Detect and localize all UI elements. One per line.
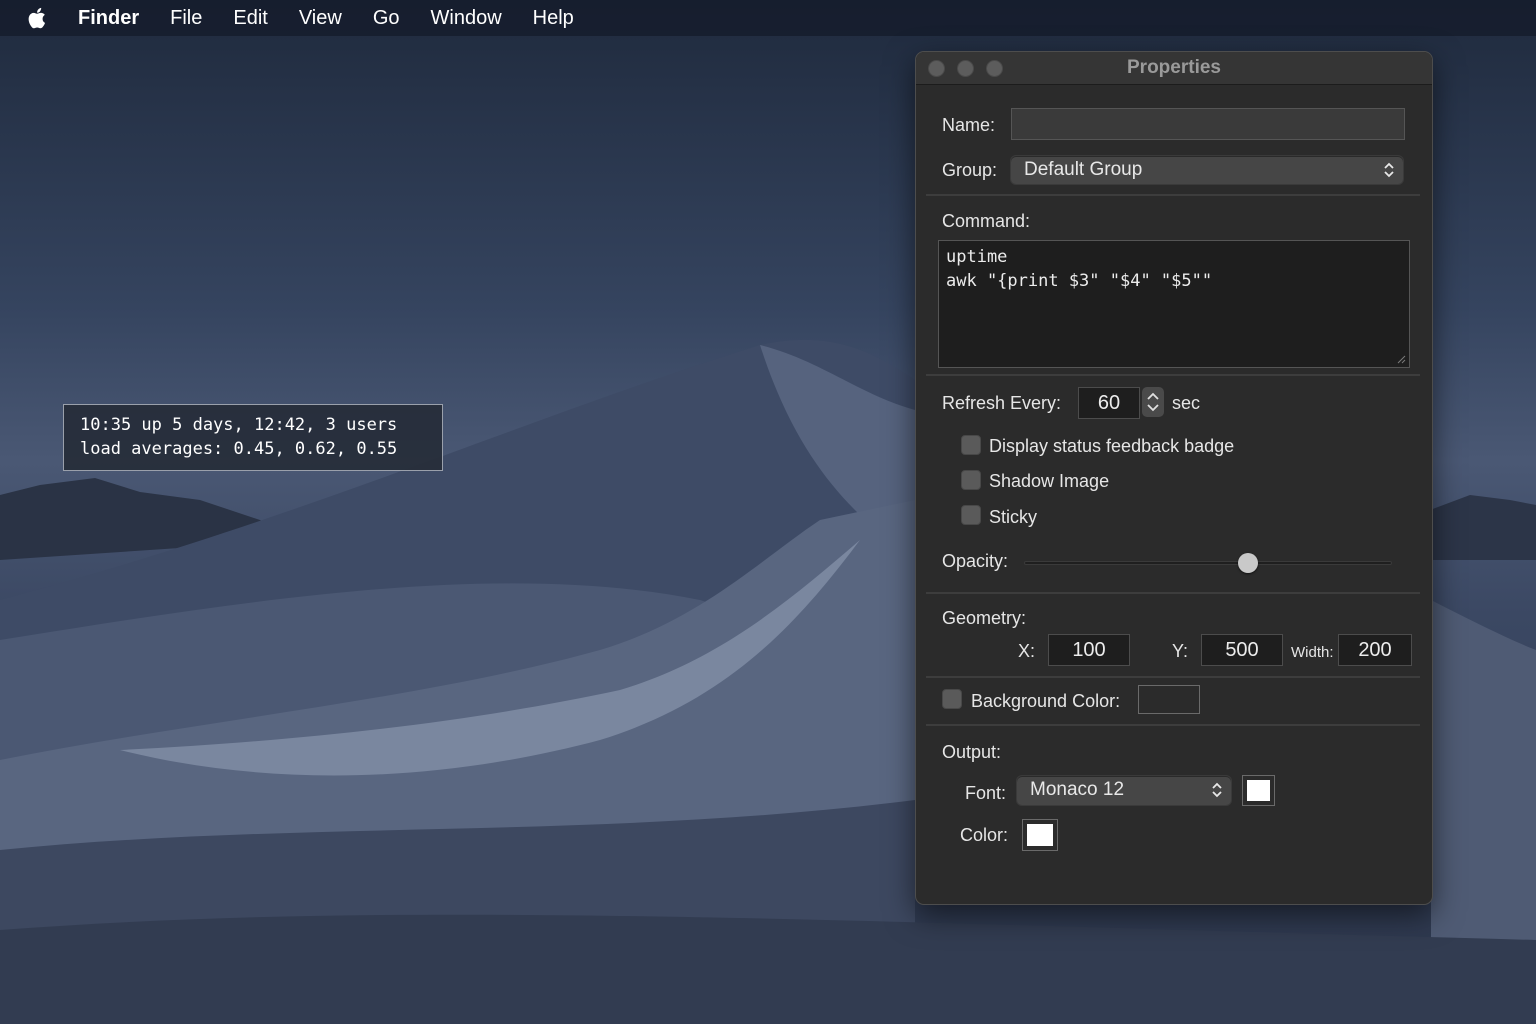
menu-bar: Finder File Edit View Go Window Help xyxy=(0,0,1536,36)
properties-window: Properties Name: Group: Default Group Co… xyxy=(915,51,1433,905)
opacity-slider-track[interactable] xyxy=(1024,561,1392,565)
shadow-image-label: Shadow Image xyxy=(989,471,1110,491)
y-field[interactable]: 500 xyxy=(1201,634,1283,666)
font-color-well[interactable] xyxy=(1242,775,1275,806)
width-label: Width: xyxy=(1291,644,1334,661)
font-popup-value: Monaco 12 xyxy=(1030,779,1125,800)
chevron-updown-icon xyxy=(1384,162,1394,178)
separator xyxy=(926,374,1420,376)
menu-go[interactable]: Go xyxy=(373,7,400,30)
command-line: awk "{print $3" "$4" "$5"" xyxy=(946,271,1213,291)
name-label: Name: xyxy=(942,115,996,135)
output-label: Output: xyxy=(942,742,1002,762)
shadow-image-checkbox[interactable] xyxy=(961,470,981,490)
x-label: X: xyxy=(1018,641,1036,661)
command-label: Command: xyxy=(942,211,1031,231)
resize-grip-icon[interactable] xyxy=(1396,354,1406,364)
command-textarea[interactable]: uptime awk "{print $3" "$4" "$5"" xyxy=(938,240,1410,368)
opacity-slider-knob[interactable] xyxy=(1238,553,1259,573)
group-popup[interactable]: Default Group xyxy=(1011,156,1403,184)
background-color-label: Background Color: xyxy=(971,691,1121,711)
sticky-checkbox[interactable] xyxy=(961,505,981,525)
geeklet-line-uptime: 10:35 up 5 days, 12:42, 3 users xyxy=(80,415,398,435)
background-color-fill xyxy=(1141,688,1197,711)
sticky-label: Sticky xyxy=(989,507,1038,527)
output-color-fill xyxy=(1027,824,1053,846)
x-field[interactable]: 100 xyxy=(1048,634,1130,666)
separator xyxy=(926,724,1420,726)
color-label: Color: xyxy=(960,825,1009,845)
font-color-fill xyxy=(1247,780,1270,801)
apple-logo-icon[interactable] xyxy=(24,4,52,32)
geometry-label: Geometry: xyxy=(942,608,1027,628)
menu-app-finder[interactable]: Finder xyxy=(78,7,139,30)
font-popup[interactable]: Monaco 12 xyxy=(1017,776,1231,805)
chevron-updown-icon xyxy=(1212,782,1222,798)
refresh-unit: sec xyxy=(1172,393,1201,413)
refresh-label: Refresh Every: xyxy=(942,393,1062,413)
separator xyxy=(926,194,1420,196)
background-color-well[interactable] xyxy=(1138,685,1200,714)
menu-window[interactable]: Window xyxy=(431,7,502,30)
geeklet-output[interactable]: 10:35 up 5 days, 12:42, 3 users load ave… xyxy=(63,404,443,471)
y-label: Y: xyxy=(1172,641,1189,661)
command-line: uptime xyxy=(946,247,1008,267)
width-field[interactable]: 200 xyxy=(1338,634,1412,666)
stepper-arrows-icon xyxy=(1147,392,1159,412)
geeklet-line-load: load averages: 0.45, 0.62, 0.55 xyxy=(80,439,398,459)
refresh-field[interactable]: 60 xyxy=(1078,387,1140,419)
menu-view[interactable]: View xyxy=(299,7,342,30)
background-color-checkbox[interactable] xyxy=(942,689,962,709)
feedback-badge-label: Display status feedback badge xyxy=(989,436,1235,456)
opacity-label: Opacity: xyxy=(942,551,1009,571)
window-title: Properties xyxy=(1127,57,1221,78)
group-popup-value: Default Group xyxy=(1024,159,1143,180)
menu-help[interactable]: Help xyxy=(533,7,574,30)
name-field[interactable] xyxy=(1011,108,1405,140)
output-color-well[interactable] xyxy=(1022,819,1058,851)
separator xyxy=(926,676,1420,678)
feedback-badge-checkbox[interactable] xyxy=(961,435,981,455)
font-label: Font: xyxy=(965,783,1007,803)
group-label: Group: xyxy=(942,160,998,180)
refresh-stepper[interactable] xyxy=(1142,387,1164,417)
menu-file[interactable]: File xyxy=(170,7,202,30)
title-bar[interactable]: Properties xyxy=(916,52,1432,85)
menu-edit[interactable]: Edit xyxy=(233,7,267,30)
separator xyxy=(926,592,1420,594)
